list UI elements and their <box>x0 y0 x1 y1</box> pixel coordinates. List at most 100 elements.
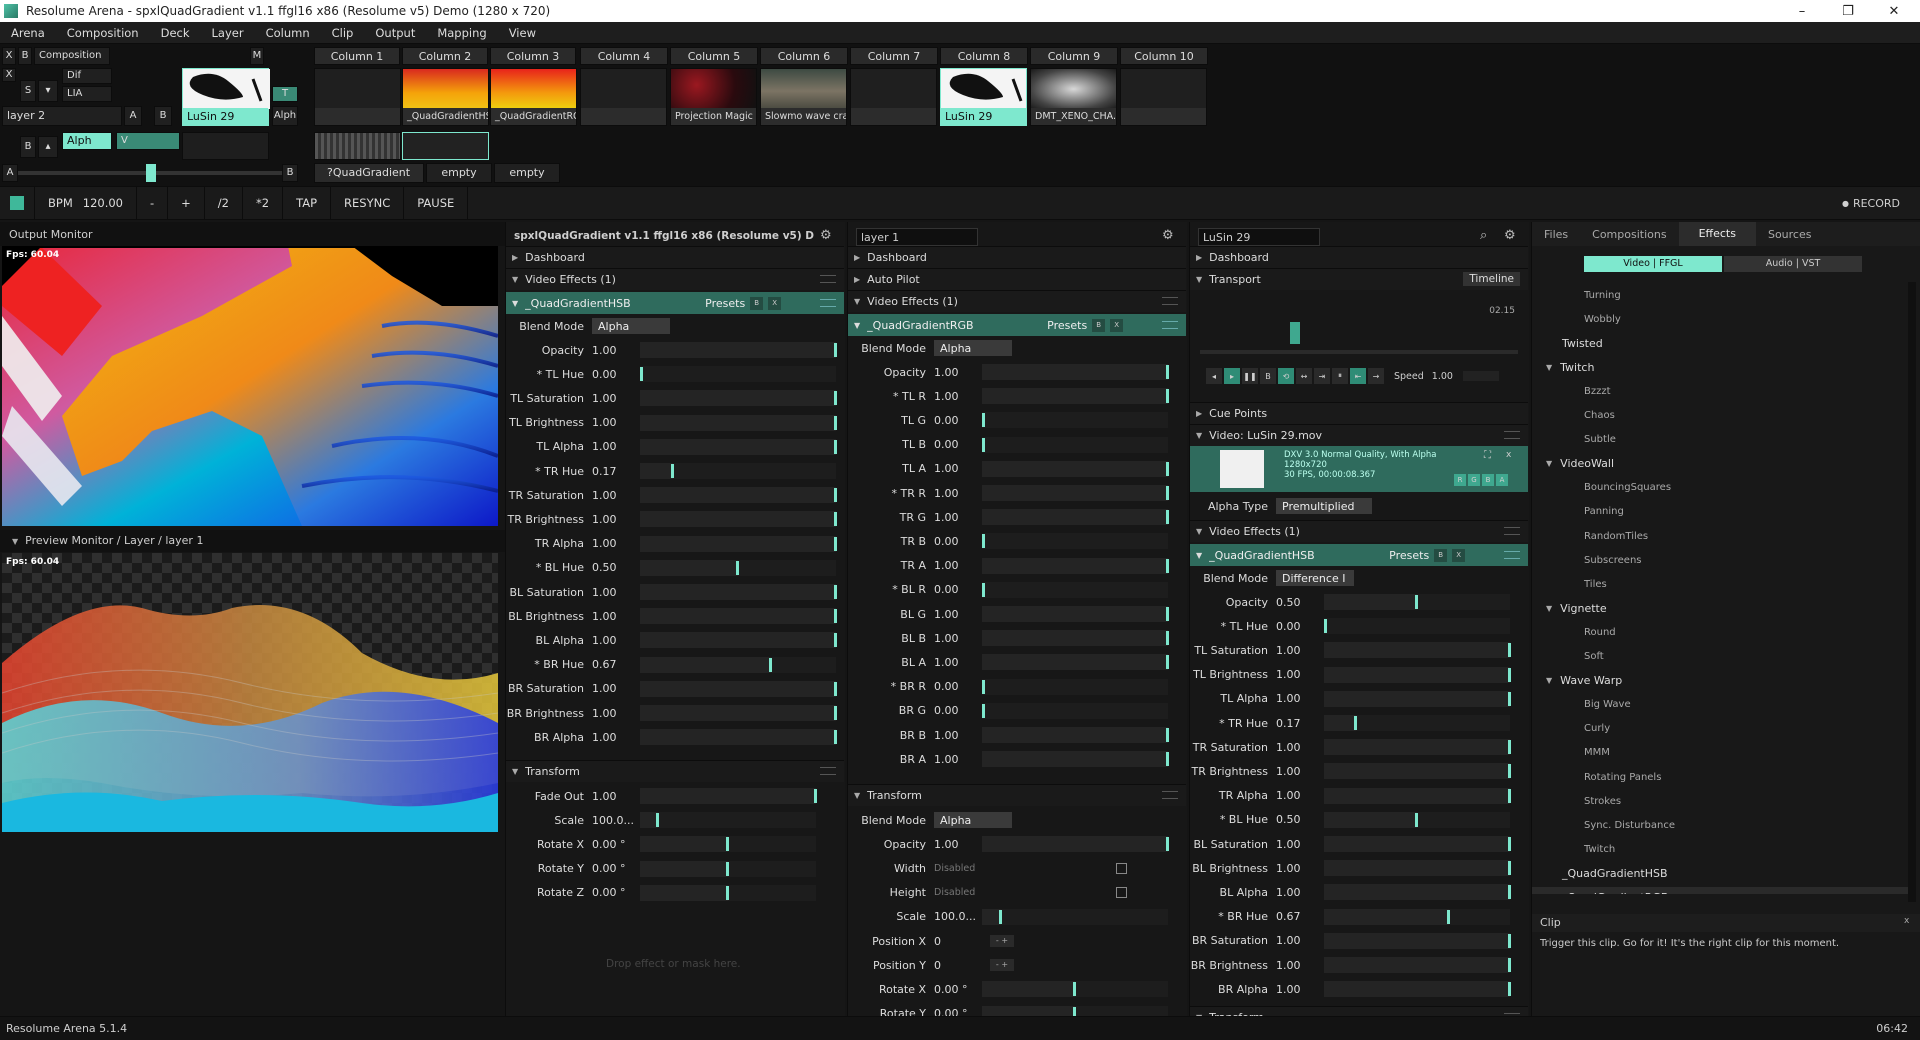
layer1-video-button[interactable]: V <box>116 132 180 150</box>
param-slider[interactable] <box>982 751 1169 768</box>
column-10-header[interactable]: Column 10 <box>1120 47 1208 65</box>
slider-handle[interactable] <box>834 343 837 357</box>
param-value[interactable]: 0.50 <box>592 561 640 574</box>
effect-tree-item[interactable]: MMM <box>1532 742 1910 764</box>
slider-handle[interactable] <box>1508 837 1511 851</box>
param-value[interactable]: 0.00 <box>934 680 982 693</box>
slider-handle[interactable] <box>736 560 739 575</box>
browser-scrollbar[interactable] <box>1908 282 1916 902</box>
param-slider[interactable] <box>982 606 1169 622</box>
param-value[interactable]: 100.0... <box>592 814 640 827</box>
param-value[interactable]: 1.00 <box>592 634 640 647</box>
drag-handle-icon[interactable] <box>1162 791 1178 799</box>
blend-mode-dropdown[interactable]: Alpha <box>592 318 670 334</box>
close-icon[interactable]: x <box>1506 450 1511 460</box>
param-value[interactable]: 0.00 <box>934 704 982 717</box>
slider-handle[interactable] <box>982 534 985 549</box>
menu-view[interactable]: View <box>498 26 547 40</box>
param-value[interactable]: 1.00 <box>592 344 640 357</box>
param-value[interactable]: 1.00 <box>934 366 982 379</box>
layer2-clip-4[interactable]: _QuadGradientRGB <box>490 68 577 126</box>
alpha-type-dropdown[interactable]: Premultiplied <box>1276 498 1372 514</box>
master-button[interactable]: M <box>250 47 264 65</box>
menu-clip[interactable]: Clip <box>321 26 365 40</box>
crossfader-b-button[interactable]: B <box>282 164 298 182</box>
slider-handle[interactable] <box>1508 667 1511 682</box>
effect-tree-item[interactable]: Round <box>1532 621 1910 643</box>
param-slider[interactable] <box>1324 811 1510 828</box>
param-value[interactable]: 0.50 <box>1276 813 1324 826</box>
bpm-double-button[interactable]: *2 <box>243 186 284 220</box>
slider-handle[interactable] <box>1508 933 1511 948</box>
dashboard-section[interactable]: ▶ Dashboard <box>848 246 1186 268</box>
param-value[interactable]: 1.00 <box>592 513 640 526</box>
slider-handle[interactable] <box>834 391 837 406</box>
layer2-alpha-button[interactable]: Alph <box>272 106 298 126</box>
param-value[interactable]: 1.00 <box>934 511 982 524</box>
slider-handle[interactable] <box>834 536 837 551</box>
slider-handle[interactable] <box>1166 837 1169 852</box>
effect-bypass-button[interactable]: B <box>1434 548 1448 562</box>
maximize-button[interactable]: ❐ <box>1828 0 1868 22</box>
slider-handle[interactable] <box>656 813 659 828</box>
effect-tree-item[interactable]: ▼ Wave Warp <box>1532 670 1910 692</box>
transport-section[interactable]: ▼ Transport Timeline <box>1190 268 1528 290</box>
slider-handle[interactable] <box>982 703 985 718</box>
slider-handle[interactable] <box>1166 607 1169 621</box>
layer1-clip-3[interactable] <box>402 132 489 160</box>
channel-toggle[interactable]: G <box>1468 474 1480 486</box>
deck-tab-quadgradient[interactable]: ?QuadGradient <box>314 163 424 183</box>
effect-tree-item[interactable]: _QuadGradientHSB <box>1532 862 1910 884</box>
param-value[interactable]: 1.00 <box>1276 765 1324 778</box>
presets-button[interactable]: Presets <box>1047 319 1087 332</box>
bpm-sync-button[interactable] <box>0 186 35 220</box>
layer1-blend-select[interactable]: Alph <box>62 132 112 150</box>
param-slider[interactable] <box>640 559 836 576</box>
subtab-audio-vst[interactable]: Audio | VST <box>1724 256 1862 272</box>
transform-section[interactable]: ▼ Transform <box>848 784 1186 806</box>
transform-section[interactable]: ▼ Transform <box>506 760 844 782</box>
slider-handle[interactable] <box>834 512 837 527</box>
effect-tree-item[interactable]: Curly <box>1532 718 1910 740</box>
slider-handle[interactable] <box>1166 365 1169 379</box>
param-value[interactable]: 1.00 <box>1276 789 1324 802</box>
param-slider[interactable] <box>640 584 837 600</box>
param-dropdown[interactable]: Alpha <box>934 812 1012 828</box>
param-slider[interactable] <box>1324 860 1511 877</box>
slider-handle[interactable] <box>1166 461 1169 476</box>
pause-icon[interactable]: ❚❚ <box>1242 368 1258 384</box>
param-value[interactable]: Disabled <box>934 863 1114 874</box>
plus-minus-button[interactable]: - + <box>990 959 1014 972</box>
drag-handle-icon[interactable] <box>1162 297 1178 305</box>
speed-value[interactable]: 1.00 <box>1432 371 1453 382</box>
menu-output[interactable]: Output <box>364 26 426 40</box>
param-value[interactable]: 1.00 <box>592 610 640 623</box>
effect-header[interactable]: ▼ _QuadGradientHSB Presets B X <box>1190 544 1528 566</box>
slider-handle[interactable] <box>834 439 837 454</box>
play-forward-button[interactable]: ▸ <box>1224 368 1240 384</box>
param-value[interactable]: 1.00 <box>934 608 982 621</box>
layer2-clip-10[interactable]: DMT_XENO_CHA... <box>1030 68 1117 126</box>
tab-effects[interactable]: Effects <box>1678 222 1756 246</box>
param-slider[interactable] <box>982 460 1169 477</box>
param-value[interactable]: 0.00 <box>934 583 982 596</box>
effect-tree-item[interactable]: Big Wave <box>1532 694 1910 716</box>
drag-handle-icon[interactable] <box>1504 527 1520 535</box>
param-slider[interactable] <box>640 632 837 649</box>
layer2-clip-8[interactable] <box>850 68 937 126</box>
layer2-clip-5[interactable] <box>580 68 667 126</box>
param-value[interactable]: 1.00 <box>592 392 640 405</box>
tap-button[interactable]: TAP <box>283 186 332 220</box>
param-value[interactable]: 0.00 <box>934 535 982 548</box>
search-icon[interactable]: ⌕ <box>1480 228 1487 243</box>
param-slider[interactable] <box>982 630 1169 647</box>
param-slider[interactable] <box>640 342 837 358</box>
record-button[interactable]: ● RECORD <box>1842 197 1900 210</box>
tab-compositions[interactable]: Compositions <box>1580 228 1678 241</box>
param-slider[interactable] <box>640 366 836 383</box>
drag-handle-icon[interactable] <box>1504 551 1520 559</box>
layer2-clear-button[interactable]: X <box>2 68 16 82</box>
param-value[interactable]: 0.00 ° <box>592 838 640 851</box>
slider-handle[interactable] <box>1166 486 1169 500</box>
slider-handle[interactable] <box>1415 595 1418 609</box>
